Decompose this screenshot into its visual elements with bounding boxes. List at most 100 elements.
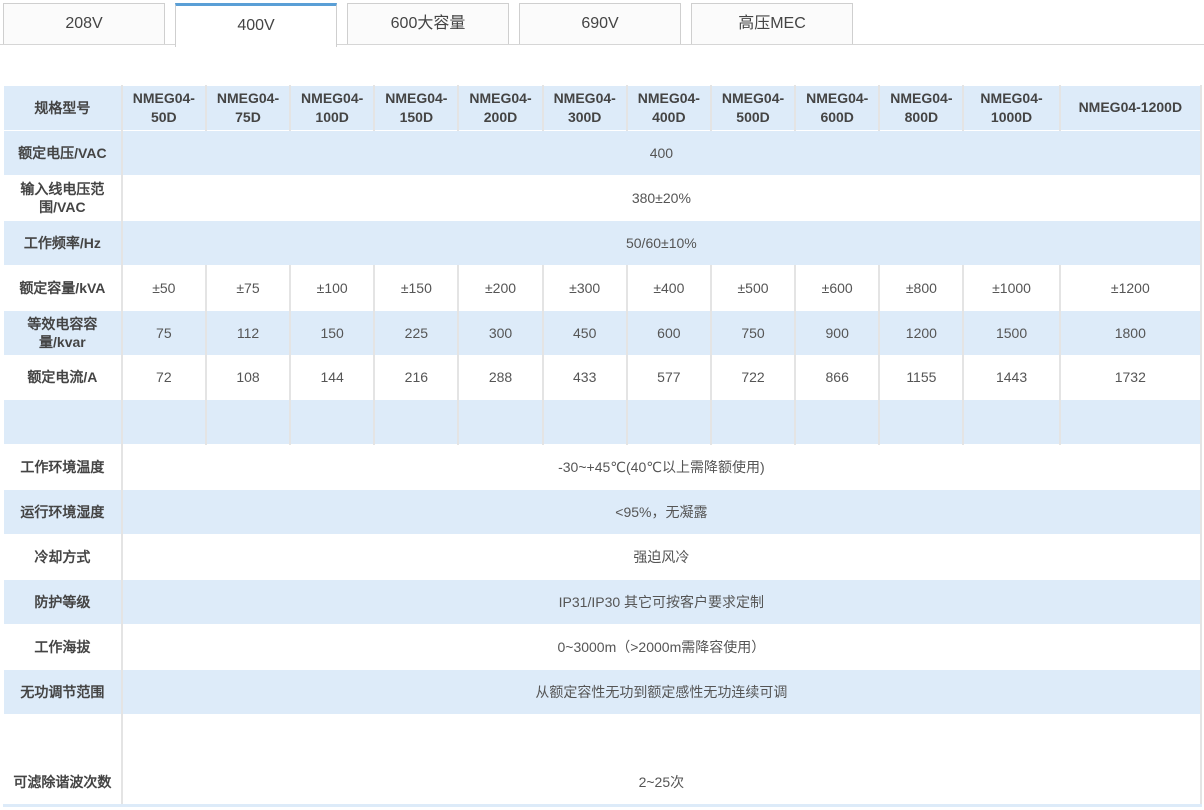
row-label-protection: 防护等级 [2, 579, 123, 626]
rated-voltage-value: 400 [121, 129, 1203, 176]
empty-cell [710, 399, 797, 446]
empty-cell [457, 399, 544, 446]
rated-capacity-cell: ±75 [205, 264, 292, 311]
row-label-equiv-capacity: 等效电容容量/kvar [2, 309, 123, 356]
model-name-cell: NMEG04-500D [710, 85, 797, 131]
table-row: 额定电压/VAC 400 [2, 129, 1203, 176]
regulation-value: 从额定容性无功到额定感性无功连续可调 [121, 668, 1203, 715]
table-row: 运行环境湿度 <95%，无凝露 [2, 489, 1203, 536]
model-name-cell: NMEG04-100D [289, 85, 376, 131]
rated-current-cell: 288 [457, 354, 544, 401]
tab-high-voltage-mec[interactable]: 高压MEC [691, 3, 853, 44]
row-label-input-range: 输入线电压范围/VAC [2, 174, 123, 221]
table-row: 等效电容容量/kvar 75 112 150 225 300 450 600 7… [2, 309, 1203, 356]
equiv-capacity-cell: 300 [457, 309, 544, 356]
rated-current-cell: 577 [626, 354, 712, 401]
empty-cell [373, 399, 460, 446]
equiv-capacity-cell: 1500 [962, 309, 1061, 356]
input-range-value: 380±20% [121, 174, 1203, 221]
rated-capacity-cell: ±50 [121, 264, 207, 311]
table-row: 额定容量/kVA ±50 ±75 ±100 ±150 ±200 ±300 ±40… [2, 264, 1203, 311]
rated-capacity-cell: ±100 [289, 264, 376, 311]
model-name-cell: NMEG04-75D [205, 85, 292, 131]
tab-400v[interactable]: 400V [175, 3, 337, 47]
equiv-capacity-cell: 900 [794, 309, 881, 356]
model-name-cell: NMEG04-150D [373, 85, 460, 131]
equiv-capacity-cell: 600 [626, 309, 712, 356]
rated-current-cell: 722 [710, 354, 797, 401]
equiv-capacity-cell: 150 [289, 309, 376, 356]
rated-capacity-cell: ±400 [626, 264, 712, 311]
table-row: 工作频率/Hz 50/60±10% [2, 219, 1203, 266]
table-row: 工作海拔 0~3000m（>2000m需降容使用） [2, 624, 1203, 670]
cooling-value: 强迫风冷 [121, 534, 1203, 581]
row-label-model: 规格型号 [2, 85, 123, 131]
row-label-humidity: 运行环境湿度 [2, 489, 123, 536]
table-row: 无功调节范围 从额定容性无功到额定感性无功连续可调 [2, 668, 1203, 715]
temperature-value: -30~+45℃(40℃以上需降额使用) [121, 444, 1203, 491]
model-name-cell: NMEG04-300D [542, 85, 628, 131]
equiv-capacity-cell: 450 [542, 309, 628, 356]
tab-208v[interactable]: 208V [3, 3, 165, 44]
equiv-capacity-cell: 75 [121, 309, 207, 356]
equiv-capacity-cell: 1200 [878, 309, 965, 356]
tab-690v[interactable]: 690V [519, 3, 681, 44]
row-label-frequency: 工作频率/Hz [2, 219, 123, 266]
frequency-value: 50/60±10% [121, 219, 1203, 266]
empty-cell [878, 399, 965, 446]
row-label-altitude: 工作海拔 [2, 624, 123, 670]
row-label-rated-capacity: 额定容量/kVA [2, 264, 123, 311]
model-name-cell: NMEG04-800D [878, 85, 965, 131]
row-label-cooling: 冷却方式 [2, 534, 123, 581]
empty-cell [2, 399, 123, 446]
model-name-cell: NMEG04-1200D [1059, 85, 1203, 131]
rated-current-cell: 866 [794, 354, 881, 401]
rated-capacity-cell: ±200 [457, 264, 544, 311]
rated-capacity-cell: ±800 [878, 264, 965, 311]
rated-current-cell: 108 [205, 354, 292, 401]
model-name-cell: NMEG04-50D [121, 85, 207, 131]
rated-capacity-cell: ±150 [373, 264, 460, 311]
row-label-regulation: 无功调节范围 [2, 668, 123, 715]
tab-600-large-capacity[interactable]: 600大容量 [347, 3, 509, 44]
rated-current-cell: 1732 [1059, 354, 1203, 401]
empty-cell [626, 399, 712, 446]
rated-current-cell: 216 [373, 354, 460, 401]
equiv-capacity-cell: 750 [710, 309, 797, 356]
model-name-cell: NMEG04-600D [794, 85, 881, 131]
rated-current-cell: 144 [289, 354, 376, 401]
row-label-harmonics: 可滤除谐波次数 [2, 758, 123, 808]
equiv-capacity-cell: 112 [205, 309, 292, 356]
empty-cell [542, 399, 628, 446]
table-row: 工作环境温度 -30~+45℃(40℃以上需降额使用) [2, 444, 1203, 491]
rated-current-cell: 433 [542, 354, 628, 401]
table-row: 防护等级 IP31/IP30 其它可按客户要求定制 [2, 579, 1203, 626]
empty-cell [121, 713, 1203, 760]
rated-capacity-cell: ±600 [794, 264, 881, 311]
rated-current-cell: 72 [121, 354, 207, 401]
table-row: 输入线电压范围/VAC 380±20% [2, 174, 1203, 221]
rated-current-cell: 1155 [878, 354, 965, 401]
empty-cell [121, 399, 207, 446]
empty-cell [205, 399, 292, 446]
rated-current-cell: 1443 [962, 354, 1061, 401]
model-name-cell: NMEG04-200D [457, 85, 544, 131]
rated-capacity-cell: ±1000 [962, 264, 1061, 311]
empty-row [2, 713, 1203, 760]
model-name-cell: NMEG04-400D [626, 85, 712, 131]
empty-cell [1059, 399, 1203, 446]
row-label-temperature: 工作环境温度 [2, 444, 123, 491]
model-header-row: 规格型号 NMEG04-50D NMEG04-75D NMEG04-100D N… [2, 85, 1203, 131]
altitude-value: 0~3000m（>2000m需降容使用） [121, 624, 1203, 670]
row-label-rated-current: 额定电流/A [2, 354, 123, 401]
rated-capacity-cell: ±1200 [1059, 264, 1203, 311]
equiv-capacity-cell: 1800 [1059, 309, 1203, 356]
spec-table: 规格型号 NMEG04-50D NMEG04-75D NMEG04-100D N… [2, 85, 1203, 808]
empty-row [2, 399, 1203, 446]
rated-capacity-cell: ±300 [542, 264, 628, 311]
table-row: 冷却方式 强迫风冷 [2, 534, 1203, 581]
empty-cell [962, 399, 1061, 446]
empty-cell [2, 713, 123, 760]
table-row: 可滤除谐波次数 2~25次 [2, 758, 1203, 808]
empty-cell [289, 399, 376, 446]
